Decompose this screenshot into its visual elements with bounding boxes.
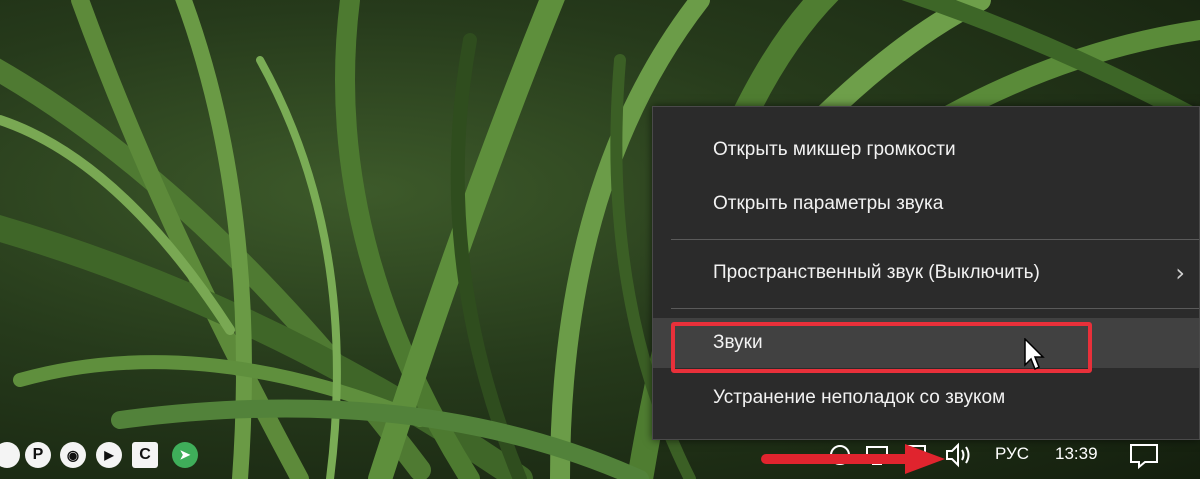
menu-item-spatial-sound[interactable]: Пространственный звук (Выключить) ›	[653, 248, 1199, 298]
p-app-icon[interactable]: P	[25, 442, 51, 468]
telegram-glyph: ➤	[179, 447, 191, 462]
menu-item-label: Звуки	[713, 332, 763, 353]
menu-item-open-sound-settings[interactable]: Открыть параметры звука	[653, 179, 1199, 229]
telegram-icon[interactable]: ➤	[172, 442, 198, 468]
disc-app-icon[interactable]: ◉	[60, 442, 86, 468]
menu-item-label: Пространственный звук (Выключить)	[713, 262, 1040, 283]
menu-item-label: Открыть параметры звука	[713, 193, 944, 214]
c-app-icon[interactable]: C	[132, 442, 158, 468]
disc-app-glyph: ◉	[66, 446, 80, 463]
menu-item-sounds[interactable]: Звуки	[653, 318, 1199, 368]
red-arrow-annotation	[761, 444, 945, 474]
language-indicator[interactable]: РУС	[995, 444, 1029, 464]
play-app-icon[interactable]: ▶	[96, 442, 122, 468]
action-center-icon[interactable]	[1128, 442, 1160, 470]
menu-item-label: Устранение неполадок со звуком	[713, 387, 1006, 408]
c-app-glyph: C	[139, 446, 151, 463]
menu-item-label: Открыть микшер громкости	[713, 139, 956, 160]
menu-separator	[671, 239, 1199, 240]
mouse-cursor-icon	[1024, 338, 1045, 371]
menu-item-open-volume-mixer[interactable]: Открыть микшер громкости	[653, 125, 1199, 175]
volume-context-menu: Открыть микшер громкости Открыть парамет…	[652, 106, 1200, 440]
clock-time[interactable]: 13:39	[1055, 444, 1098, 464]
play-app-glyph: ▶	[104, 448, 114, 462]
chevron-right-icon: ›	[1175, 259, 1185, 287]
menu-item-troubleshoot-sound[interactable]: Устранение неполадок со звуком	[653, 373, 1199, 423]
menu-separator	[671, 308, 1199, 309]
p-app-glyph: P	[32, 446, 44, 463]
